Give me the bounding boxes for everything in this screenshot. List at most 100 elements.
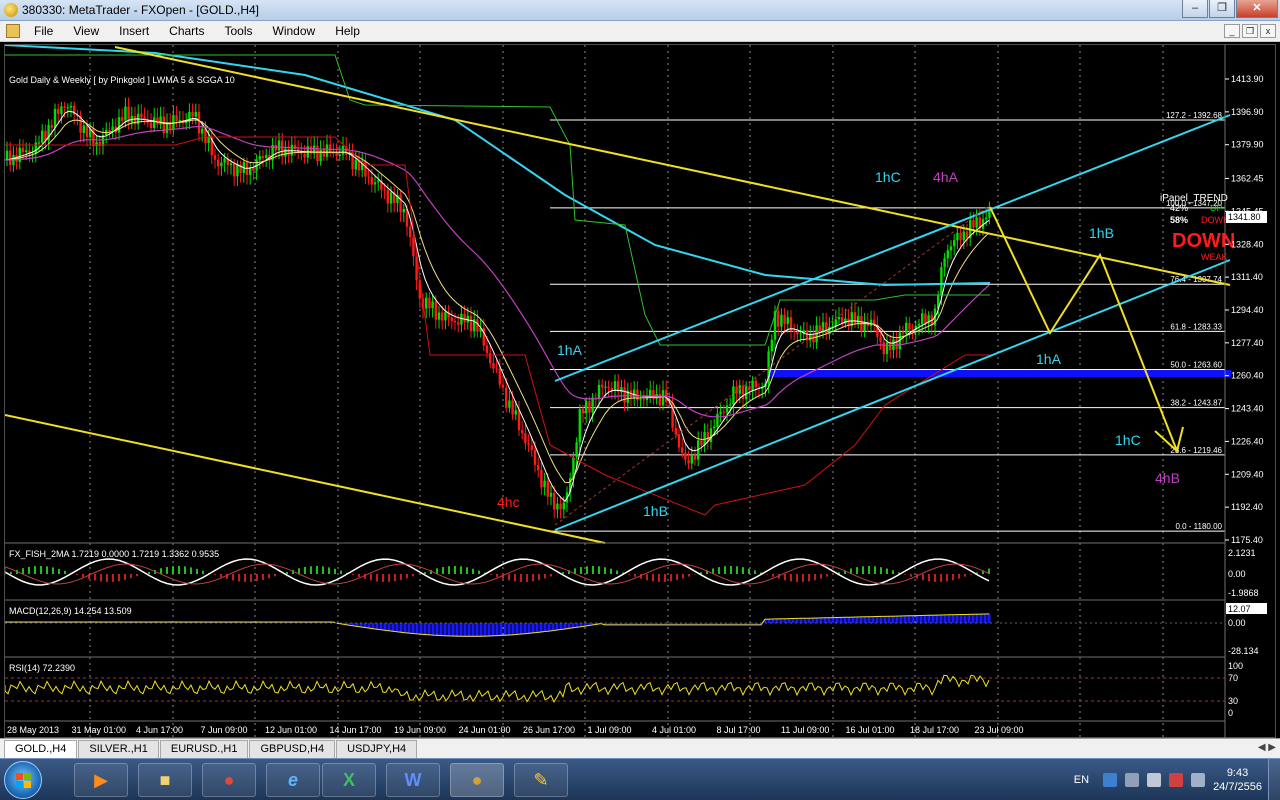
clock[interactable]: 9:43 24/7/2556 — [1213, 766, 1262, 794]
word-icon[interactable]: W — [386, 763, 440, 797]
internet-explorer-icon[interactable]: e — [266, 763, 320, 797]
candle-body — [338, 154, 341, 157]
candle-body — [153, 117, 156, 128]
paint-icon[interactable]: ✎ — [514, 763, 568, 797]
tab-scroll-arrows[interactable]: ◀ ▶ — [1258, 742, 1276, 753]
system-tray: EN 9:43 24/7/2556 — [1074, 759, 1280, 800]
flag-icon[interactable] — [1147, 773, 1162, 787]
candle-body — [732, 386, 735, 405]
rsi-indicator-label: RSI(14) 72.2390 — [9, 663, 75, 673]
chart-tab-bar: GOLD.,H4 SILVER.,H1 EURUSD.,H1 GBPUSD,H4… — [0, 738, 1280, 758]
menu-window[interactable]: Window — [263, 24, 326, 38]
tab-silver-h1[interactable]: SILVER.,H1 — [78, 740, 159, 758]
candle-body — [690, 455, 693, 464]
candle-body — [741, 385, 745, 400]
candle-body — [207, 136, 210, 144]
candle-body — [34, 142, 37, 154]
candle-body — [284, 148, 287, 157]
chart-close-button[interactable]: x — [1260, 24, 1276, 38]
fish-indicator-label: FX_FISH_2MA 1.7219 0.0000 1.7219 1.3362 … — [9, 549, 219, 559]
candle-body — [882, 342, 885, 355]
tab-gbpusd-h4[interactable]: GBPUSD,H4 — [249, 740, 336, 758]
candle-body — [725, 405, 729, 413]
file-explorer-icon[interactable]: ■ — [138, 763, 192, 797]
ma-yellow — [5, 119, 990, 484]
language-indicator[interactable]: EN — [1074, 774, 1089, 786]
help-icon[interactable] — [1103, 773, 1118, 787]
chart-restore-button[interactable]: ❐ — [1242, 24, 1258, 38]
excel-icon[interactable]: X — [322, 763, 376, 797]
candle-body — [562, 502, 565, 510]
candle-body — [975, 217, 978, 228]
candle-body — [521, 430, 524, 434]
price-axis-label: 1362.45 — [1231, 173, 1264, 183]
network-icon[interactable] — [1125, 773, 1140, 787]
candle-body — [844, 318, 847, 324]
candle-body — [124, 106, 127, 121]
start-button[interactable] — [4, 761, 42, 799]
candle-body — [661, 390, 665, 406]
tab-gold-h4[interactable]: GOLD.,H4 — [4, 740, 78, 758]
candle-body — [332, 152, 335, 154]
chart-minimize-button[interactable]: _ — [1224, 24, 1240, 38]
menu-insert[interactable]: Insert — [109, 24, 159, 38]
menu-view[interactable]: View — [63, 24, 109, 38]
candle-body — [524, 433, 527, 444]
chart-document-icon — [6, 24, 20, 38]
candle-body — [514, 410, 517, 415]
yellow-trendline-lower[interactable] — [5, 414, 606, 544]
candle-body — [553, 492, 556, 510]
tab-usdjpy-h4[interactable]: USDJPY,H4 — [336, 740, 418, 758]
candle-body — [53, 108, 57, 128]
media-player-icon[interactable]: ▶ — [74, 763, 128, 797]
candle-body — [556, 503, 559, 510]
candle-body — [370, 177, 373, 185]
candle-body — [450, 317, 453, 321]
candle-body — [581, 409, 585, 414]
label-1hc-top: 1hC — [875, 169, 901, 185]
fish-line-white — [5, 558, 990, 586]
minimize-button[interactable]: – — [1182, 0, 1208, 18]
menu-charts[interactable]: Charts — [159, 24, 214, 38]
projected-path — [989, 206, 1178, 452]
menu-help[interactable]: Help — [325, 24, 370, 38]
candle-body — [585, 401, 588, 414]
fib-level-label: 38.2 - 1243.87 — [1170, 399, 1222, 408]
candle-body — [825, 322, 828, 335]
price-chart[interactable]: 127.2 - 1392.68100.0 - 1347.2076.4 - 130… — [5, 45, 1277, 739]
label-4hc: 4hc — [497, 494, 520, 510]
windows-taskbar: ▶ ■ ● e X W ● ✎ EN 9:43 24/7/2556 — [0, 758, 1280, 800]
chart-window[interactable]: 127.2 - 1392.68 100.0 - 1347.20 76.4 - 130… — [4, 44, 1277, 739]
candle-body — [879, 336, 882, 343]
show-desktop-button[interactable] — [1268, 759, 1280, 800]
clock-time: 9:43 — [1226, 767, 1249, 779]
close-button[interactable]: ✕ — [1236, 0, 1278, 18]
candle-body — [316, 145, 319, 162]
ipanel-down-label: DOWN — [1201, 215, 1230, 225]
action-center-icon[interactable] — [1191, 773, 1206, 787]
fib-level-label: 0.0 - 1180.00 — [1175, 522, 1222, 531]
candle-body — [956, 232, 959, 241]
candle-body — [140, 113, 143, 118]
windows-logo-icon — [16, 773, 32, 789]
chrome-icon[interactable]: ● — [202, 763, 256, 797]
time-axis-label: 16 Jul 01:00 — [846, 725, 895, 735]
candle-body — [924, 313, 927, 324]
time-axis-label: 1 Jul 09:00 — [588, 725, 632, 735]
candle-body — [277, 140, 281, 151]
time-axis-label: 26 Jun 17:00 — [523, 725, 575, 735]
candle-body — [716, 413, 719, 427]
time-axis-label: 7 Jun 09:00 — [201, 725, 248, 735]
volume-icon[interactable] — [1169, 773, 1184, 787]
metatrader-task-icon[interactable]: ● — [450, 763, 504, 797]
candle-body — [156, 117, 159, 125]
menu-tools[interactable]: Tools — [215, 24, 263, 38]
menu-file[interactable]: File — [24, 24, 63, 38]
candle-body — [453, 320, 457, 323]
ipanel-up-pct: 42% — [1170, 203, 1188, 213]
tab-eurusd-h1[interactable]: EURUSD.,H1 — [159, 740, 249, 758]
ipanel-big-down: DOWN — [1172, 230, 1235, 252]
candle-body — [354, 159, 357, 170]
maximize-button[interactable]: ❐ — [1209, 0, 1235, 18]
candle-body — [729, 404, 732, 406]
